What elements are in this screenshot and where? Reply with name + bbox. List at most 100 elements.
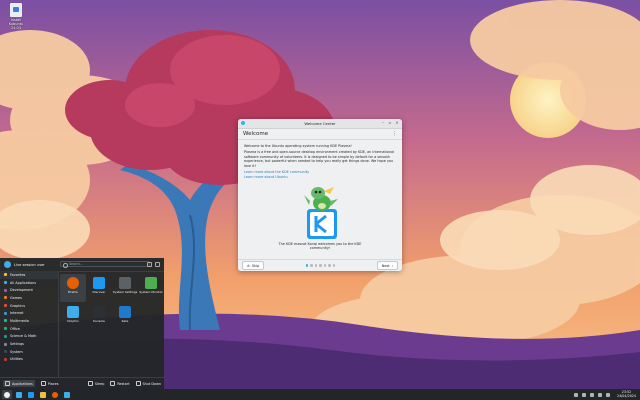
sleep-button[interactable]: Sleep	[87, 381, 104, 386]
page-dot[interactable]	[328, 264, 331, 267]
clock-date: 24/04/2024	[616, 393, 636, 398]
category-label: All Applications	[10, 280, 36, 285]
applications-tab[interactable]: Applications	[3, 380, 35, 387]
grid-icon	[4, 281, 7, 285]
page-dot[interactable]	[319, 264, 322, 267]
window-footer: ⊘ Skip Next ›	[238, 259, 402, 271]
taskbar-item[interactable]	[2, 390, 12, 399]
app-label: Dolphin	[67, 319, 79, 323]
category-item[interactable]: Settings	[0, 340, 58, 348]
ubuntu-link[interactable]: Learn more about Ubuntu	[244, 175, 396, 179]
category-item[interactable]: Internet	[0, 309, 58, 317]
tray-expand-icon[interactable]	[605, 392, 610, 397]
page-dot[interactable]	[314, 264, 318, 267]
desktop-icon-label-line1: Install Kubuntu	[8, 18, 24, 26]
taskbar-item[interactable]	[38, 390, 48, 399]
intro-text: Welcome to the Ubuntu operating system r…	[244, 144, 352, 148]
globe-icon	[4, 311, 7, 315]
shutdown-label: Shut Down	[142, 381, 161, 386]
welcome-content: Welcome to the Ubuntu operating system r…	[238, 140, 402, 180]
launcher-footer: Applications Places Sleep Restart Shut D…	[0, 377, 164, 389]
category-item[interactable]: Graphics	[0, 302, 58, 310]
app-tile[interactable]: Konsole	[86, 303, 112, 331]
page-indicator	[305, 264, 336, 267]
skip-button[interactable]: ⊘ Skip	[242, 261, 265, 270]
volume-icon[interactable]	[581, 392, 586, 397]
app-tile[interactable]: System Settings	[112, 274, 138, 302]
category-item[interactable]: All Applications	[0, 279, 58, 287]
power-icon	[135, 381, 141, 386]
app-tile[interactable]: Dolphin	[60, 303, 86, 331]
minimize-icon[interactable]: –	[381, 121, 385, 125]
film-icon	[4, 319, 7, 323]
firefox-icon	[52, 391, 58, 398]
network-icon[interactable]	[589, 392, 594, 397]
category-item[interactable]: Development	[0, 286, 58, 294]
desktop-icon-label: Install Kubuntu 24.04	[4, 18, 28, 30]
taskbar-item[interactable]	[50, 390, 60, 399]
window-titlebar[interactable]: Welcome Center – ▫ ×	[238, 119, 402, 129]
discover-icon	[93, 277, 105, 289]
monitor-icon	[145, 277, 157, 289]
konqi-mascot-icon	[304, 187, 338, 239]
category-item[interactable]: Multimedia	[0, 317, 58, 325]
category-item[interactable]: Office	[0, 325, 58, 333]
app-tile[interactable]: Firefox	[60, 274, 86, 302]
firefox-icon	[67, 277, 79, 289]
app-tile[interactable]: Kate	[112, 303, 138, 331]
hamburger-menu-icon[interactable]: ⋮	[392, 131, 397, 137]
category-item[interactable]: Games	[0, 294, 58, 302]
close-icon[interactable]: ×	[395, 121, 399, 125]
shutdown-button[interactable]: Shut Down	[135, 381, 161, 386]
editor-icon	[119, 306, 131, 318]
next-label: Next	[381, 263, 390, 268]
page-dot[interactable]	[310, 264, 313, 267]
category-list: Favorites All Applications Development Game…	[0, 271, 59, 378]
avatar[interactable]	[4, 261, 11, 268]
system-tray: 23:52 24/04/2024	[573, 390, 640, 398]
gamepad-icon	[4, 296, 7, 300]
kde-community-link[interactable]: Learn more about the KDE community	[244, 170, 396, 174]
search-icon	[63, 263, 68, 268]
category-item[interactable]: System	[0, 348, 58, 356]
gear-icon	[4, 342, 7, 346]
skip-icon: ⊘	[247, 263, 250, 268]
welcome-center-window: Welcome Center – ▫ × Welcome ⋮ Welcome t…	[238, 119, 402, 271]
app-label: System Settings	[112, 290, 138, 294]
pin-icon[interactable]	[155, 262, 160, 267]
settings-icon	[119, 277, 131, 289]
places-tab[interactable]: Places	[40, 381, 59, 386]
category-label: Office	[10, 326, 20, 331]
restart-icon	[110, 381, 116, 386]
desktop-icon-label-line2: 24.04	[10, 26, 22, 30]
maximize-icon[interactable]: ▫	[388, 121, 392, 125]
category-item[interactable]: Science & Math	[0, 333, 58, 341]
category-label: Settings	[10, 342, 24, 347]
taskbar-item[interactable]	[26, 390, 36, 399]
taskbar-item[interactable]	[62, 390, 72, 399]
star-icon	[4, 273, 7, 277]
next-button[interactable]: Next ›	[376, 261, 398, 270]
compass-icon	[40, 381, 46, 386]
battery-icon[interactable]	[597, 392, 602, 397]
clock[interactable]: 23:52 24/04/2024	[616, 390, 636, 398]
applications-tab-label: Applications	[12, 381, 33, 386]
category-item[interactable]: Utilities	[0, 356, 58, 364]
page-dot[interactable]	[323, 264, 327, 267]
page-dot[interactable]	[332, 264, 336, 267]
app-label: Kate	[121, 319, 129, 323]
desktop-install-icon[interactable]: Install Kubuntu 24.04	[4, 3, 28, 30]
category-item[interactable]: Favorites	[0, 271, 58, 279]
palette-icon	[4, 304, 7, 308]
app-tile[interactable]: Discover	[86, 274, 112, 302]
taskbar-items	[0, 390, 72, 399]
configure-icon[interactable]	[147, 262, 152, 267]
app-tile[interactable]: System Monitor	[138, 274, 164, 302]
search-input[interactable]: Search…	[60, 261, 150, 268]
restart-button[interactable]: Restart	[110, 381, 130, 386]
clipboard-icon[interactable]	[573, 392, 578, 397]
app-grid: Firefox Discover System Settings System Mon…	[60, 274, 164, 331]
computer-icon	[4, 350, 7, 354]
page-dot[interactable]	[305, 264, 309, 267]
taskbar-item[interactable]	[14, 390, 24, 399]
